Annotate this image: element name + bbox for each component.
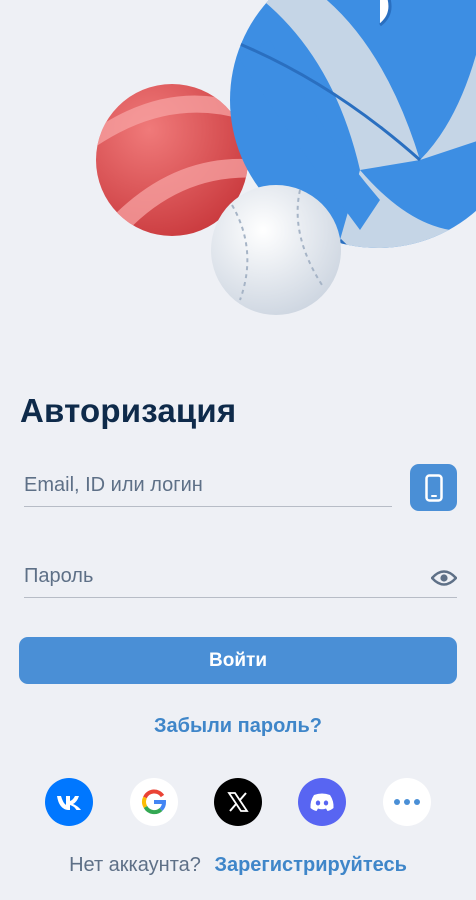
login-field[interactable] [24, 466, 392, 507]
phone-icon [424, 473, 443, 502]
show-password-button[interactable] [429, 565, 459, 591]
forgot-password-link[interactable]: Забыли пароль? [0, 715, 476, 738]
baseball [211, 185, 341, 315]
login-button[interactable]: Войти [19, 637, 457, 684]
discord-icon [310, 793, 334, 811]
signup-row: Нет аккаунта? Зарегистрируйтесь [0, 854, 476, 877]
login-input[interactable] [24, 466, 392, 504]
eye-icon [431, 570, 457, 586]
discord-login-button[interactable] [298, 778, 346, 826]
x-login-button[interactable] [214, 778, 262, 826]
social-login-row [0, 778, 476, 826]
more-login-options-button[interactable] [383, 778, 431, 826]
password-field[interactable] [24, 557, 457, 598]
hero-illustration [96, 0, 476, 315]
page-title: Авторизация [20, 392, 237, 429]
vk-login-button[interactable] [45, 778, 93, 826]
vk-icon [57, 796, 81, 810]
google-icon [142, 789, 166, 815]
no-account-text: Нет аккаунта? [69, 854, 201, 876]
phone-login-button[interactable] [410, 464, 457, 511]
google-login-button[interactable] [130, 778, 178, 826]
register-link[interactable]: Зарегистрируйтесь [214, 854, 407, 876]
x-icon [227, 792, 249, 812]
more-icon [394, 799, 420, 805]
password-input[interactable] [24, 557, 457, 595]
